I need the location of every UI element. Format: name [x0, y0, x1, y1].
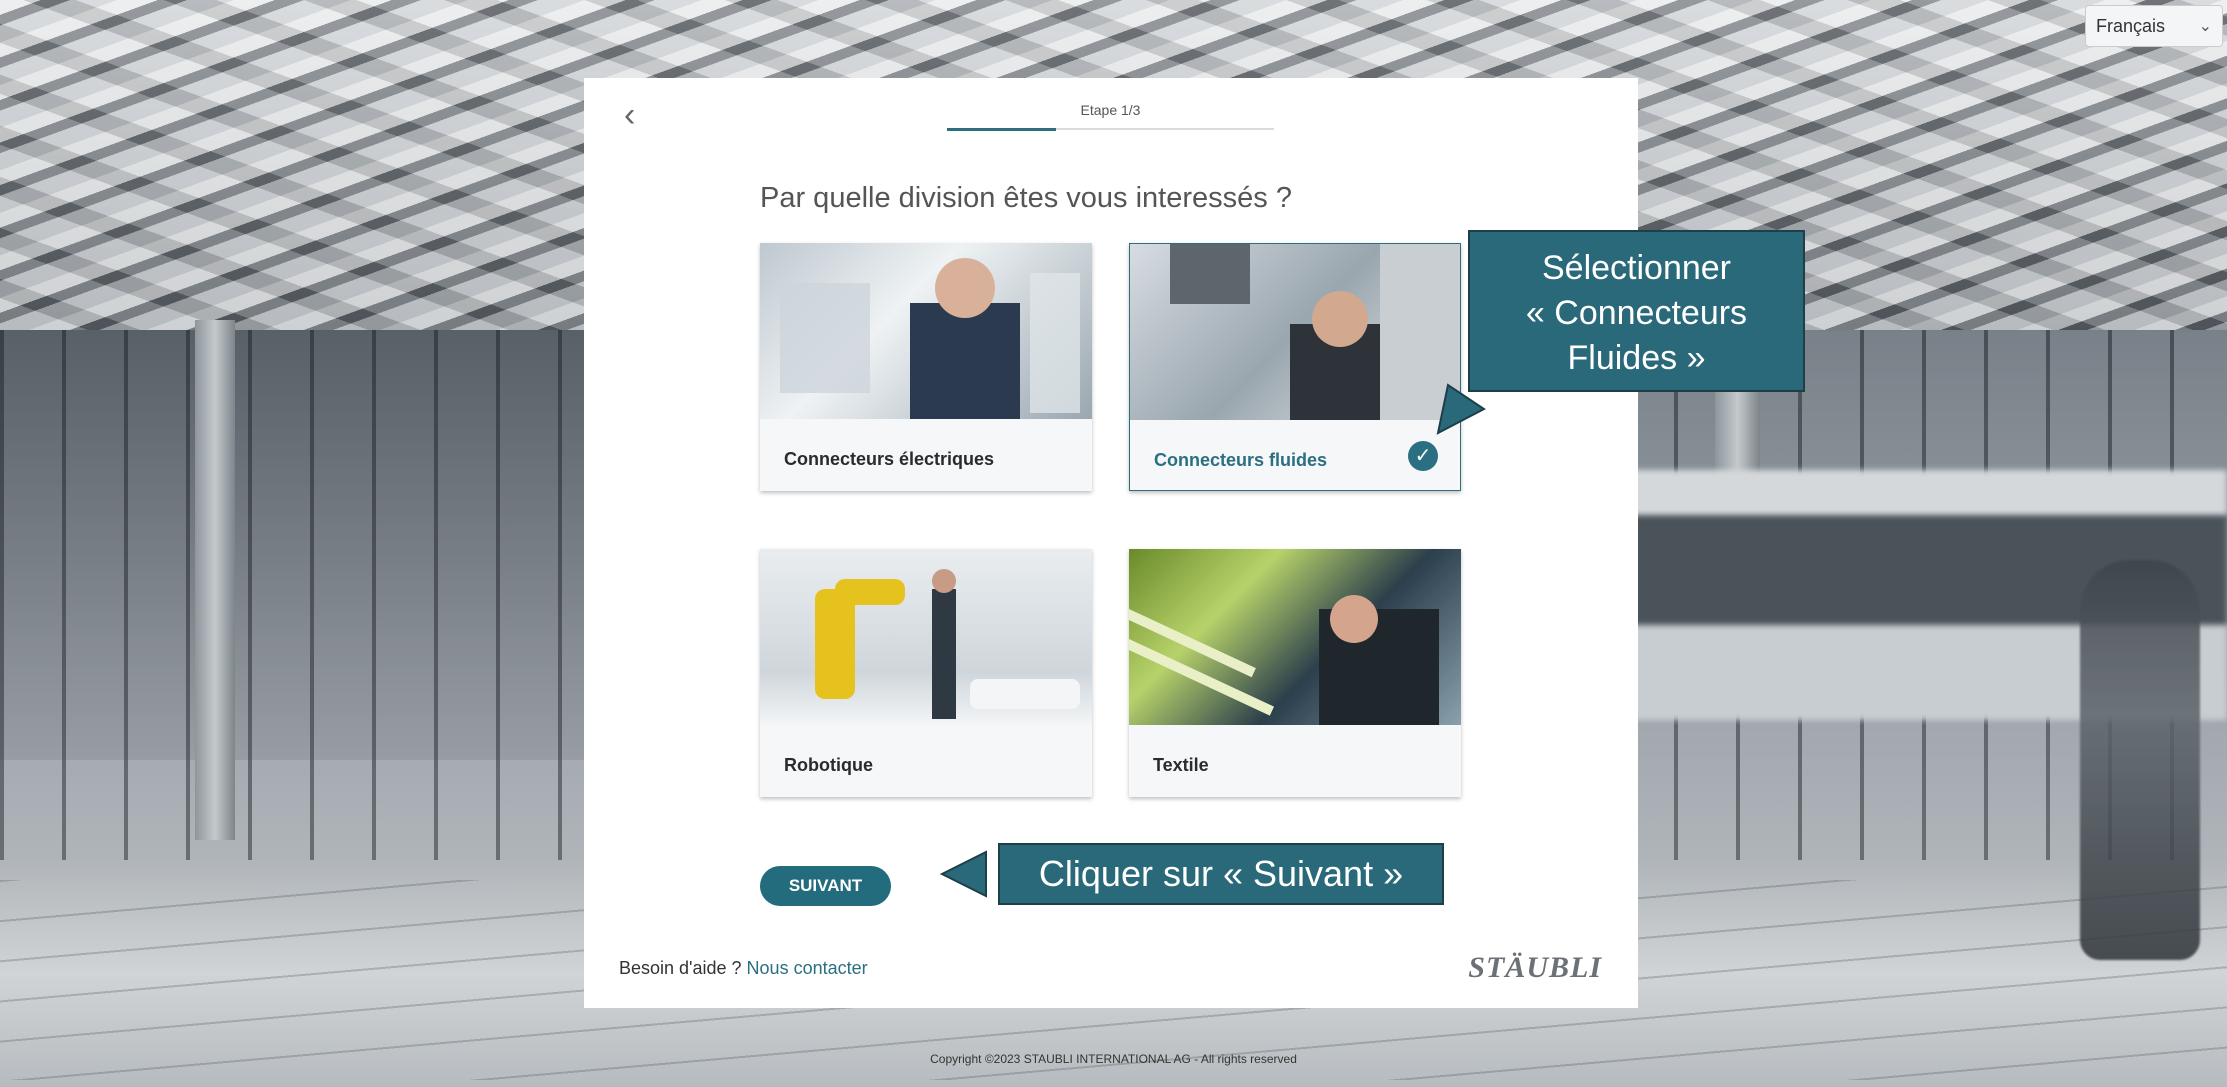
annotation-click-next: Cliquer sur « Suivant » [998, 843, 1444, 905]
staubli-logo: STÄUBLI [1468, 951, 1602, 984]
division-photo [1130, 244, 1460, 420]
division-label: Textile [1153, 755, 1209, 775]
back-arrow-icon[interactable]: ‹ [624, 98, 654, 132]
annotation-pointer-icon [1436, 383, 1486, 435]
division-tile-fluid[interactable]: Connecteurs fluides ✓ [1129, 243, 1461, 491]
division-label: Connecteurs électriques [784, 449, 995, 469]
help-text: Besoin d'aide ? [619, 958, 742, 978]
background-person [2080, 560, 2200, 960]
copyright: Copyright ©2023 STAUBLI INTERNATIONAL AG… [930, 1052, 1297, 1066]
step-progress-fill [947, 128, 1056, 131]
language-select[interactable]: Français ⌄ [2085, 5, 2223, 47]
page-title: Par quelle division êtes vous interessés… [760, 182, 1292, 214]
division-tile-textile[interactable]: Textile [1129, 549, 1461, 797]
division-tile-electric[interactable]: Connecteurs électriques [760, 243, 1092, 491]
step-progress-bar [947, 128, 1274, 131]
annotation-pointer-icon [940, 850, 987, 898]
division-tile-robotics[interactable]: Robotique [760, 549, 1092, 797]
division-photo [760, 549, 1092, 725]
check-icon: ✓ [1408, 441, 1438, 471]
contact-link[interactable]: Nous contacter [747, 958, 868, 978]
next-button[interactable]: SUIVANT [760, 866, 891, 906]
division-photo [760, 243, 1092, 419]
division-label: Connecteurs fluides [1154, 450, 1328, 470]
help-section: Besoin d'aide ? Nous contacter [619, 958, 868, 979]
step-indicator: Etape 1/3 [1080, 102, 1141, 118]
annotation-select-fluid: Sélectionner « Connecteurs Fluides » [1468, 230, 1805, 392]
chevron-down-icon: ⌄ [2198, 18, 2212, 35]
language-select-value: Français [2096, 15, 2166, 36]
division-label: Robotique [784, 755, 873, 775]
division-photo [1129, 549, 1461, 725]
